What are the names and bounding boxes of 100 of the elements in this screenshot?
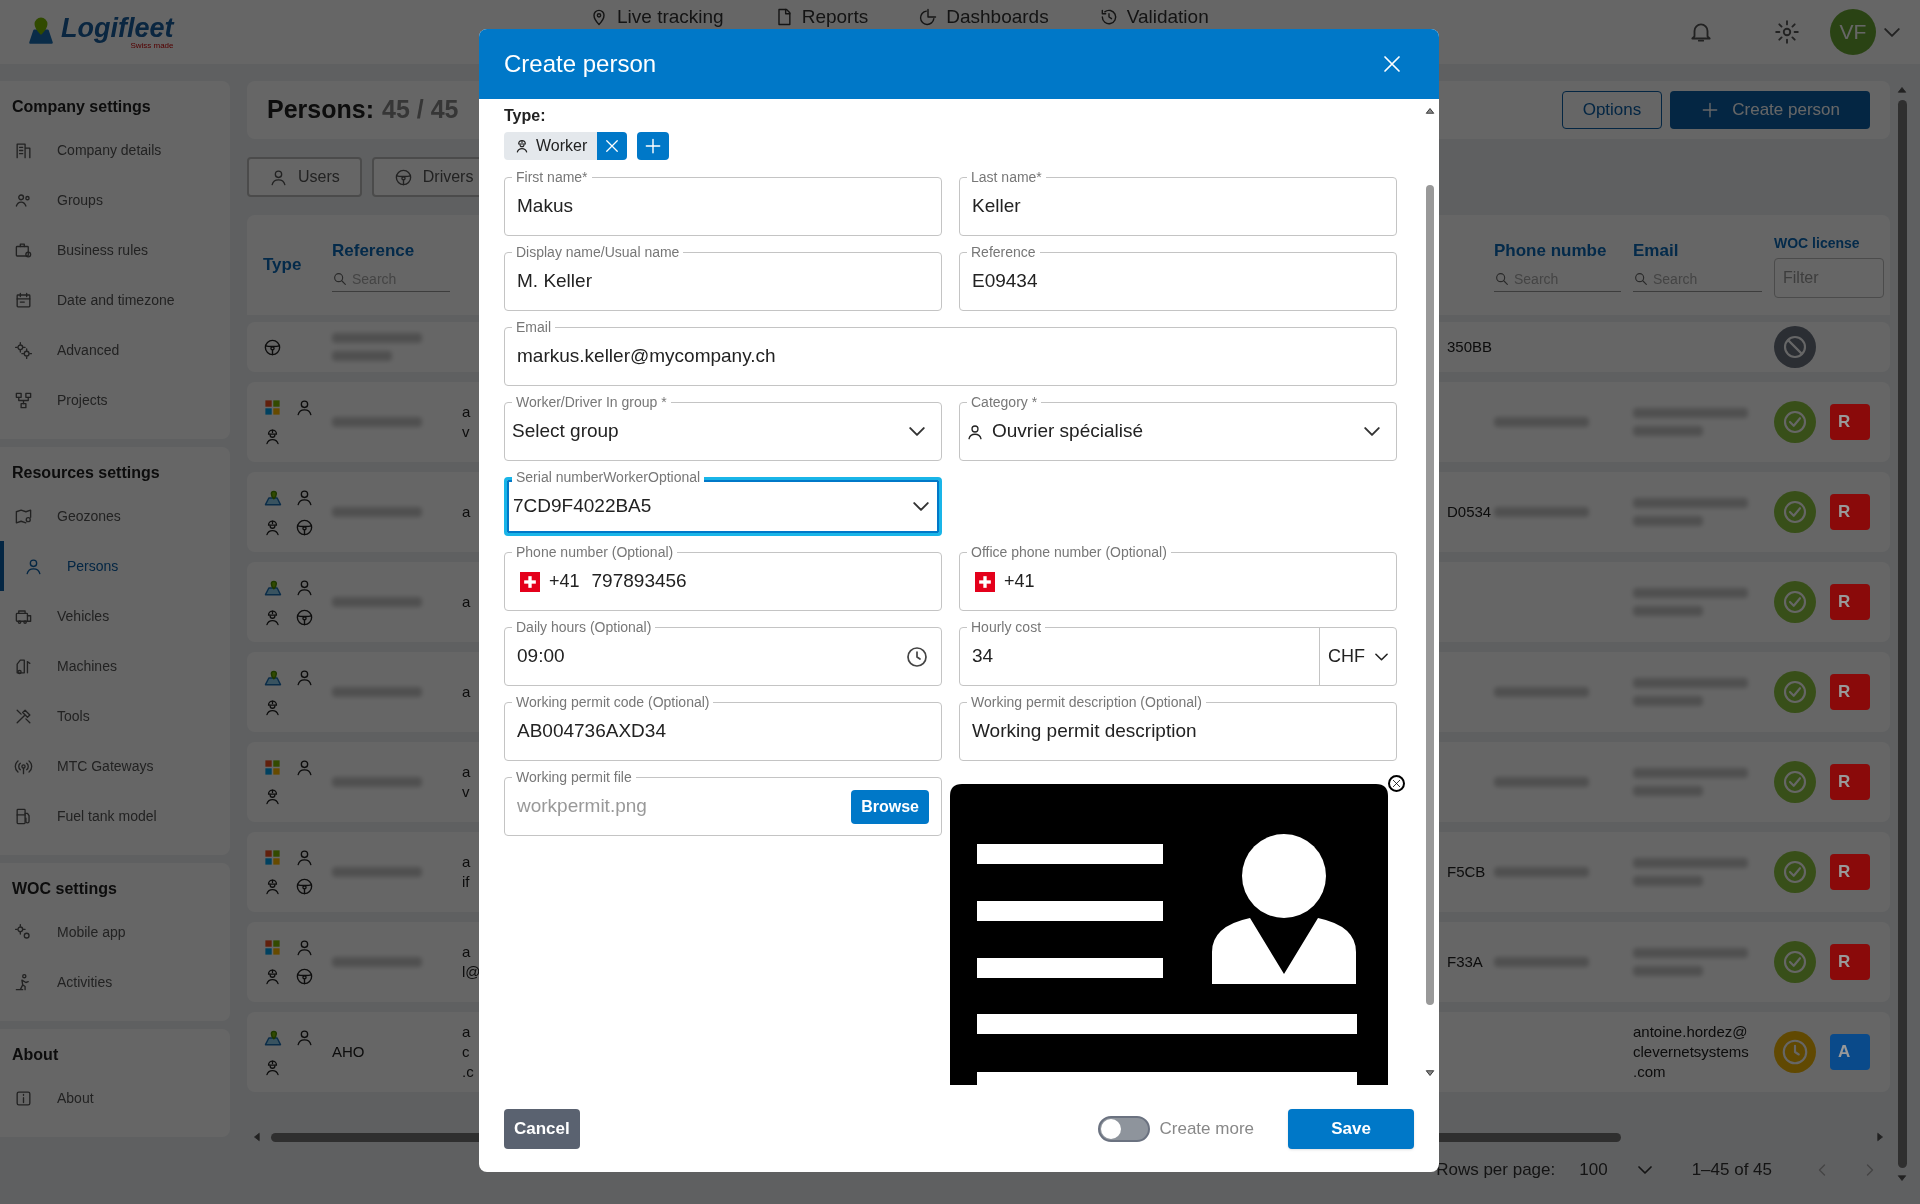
worker-icon [263, 427, 282, 446]
license-button[interactable]: R [1830, 944, 1870, 980]
field-label: Serial numberWorkerOptional [512, 469, 705, 485]
logo-text: Logifleet [61, 14, 174, 42]
field-label: Reference [967, 244, 1040, 260]
chevron-down-icon [1637, 1166, 1652, 1174]
tiles-icon [263, 398, 282, 417]
sidebar-item[interactable]: Company details [0, 125, 230, 175]
table-cell: a [462, 1022, 471, 1042]
sidebar-item[interactable]: Business rules [0, 225, 230, 275]
section-title: Company settings [11, 97, 152, 117]
sidebar-item[interactable]: Persons [0, 541, 230, 591]
chevron-down-icon[interactable] [1884, 27, 1900, 37]
field-label: Display name/Usual name [512, 244, 684, 260]
swiss-flag-icon [517, 571, 543, 592]
browse-button[interactable]: Browse [851, 789, 929, 824]
sidebar-item[interactable]: Activities [0, 957, 230, 1007]
table-cell: a [462, 682, 471, 702]
settings-icon[interactable] [1774, 19, 1800, 45]
scroll-up-icon[interactable] [1424, 105, 1436, 117]
sidebar-item[interactable]: Fuel tank model [0, 791, 230, 841]
options-button[interactable]: Options [1561, 91, 1663, 129]
table-cell-text: antoine.hordez@ clevernetsystems .com [1633, 1022, 1750, 1082]
sidebar-item[interactable]: Mobile app [0, 907, 230, 957]
field-label: Office phone number (Optional) [967, 544, 1171, 560]
column-header[interactable]: Reference [332, 238, 450, 264]
remove-button[interactable] [597, 132, 628, 160]
chevron-down-icon [913, 502, 929, 511]
table-cell: a [462, 762, 471, 782]
chevron-down-icon [909, 427, 925, 436]
user-icon [295, 938, 314, 957]
steering-wheel-icon [295, 967, 314, 986]
scroll-down-icon[interactable] [1424, 1067, 1436, 1079]
column-header[interactable]: Type [263, 252, 320, 278]
field-label: Hourly cost [967, 619, 1046, 635]
license-button[interactable]: R [1830, 584, 1870, 620]
sidebar-item[interactable]: Vehicles [0, 591, 230, 641]
nav-item[interactable]: Live tracking [589, 3, 724, 32]
rows-per-page-label: Rows per page: [1436, 1159, 1556, 1182]
table-cell: a [462, 502, 471, 522]
filter-icon [269, 167, 288, 187]
sidebar-item[interactable]: About [0, 1073, 230, 1123]
field-label: Worker/Driver In group * [512, 394, 671, 410]
avatar[interactable]: VF [1830, 9, 1876, 55]
sidebar-item[interactable]: Groups [0, 175, 230, 225]
filter-button[interactable]: Users [247, 157, 362, 197]
remove-image-icon[interactable] [1388, 775, 1405, 792]
license-button[interactable]: R [1830, 674, 1870, 710]
create-person-button[interactable]: Create person [1670, 91, 1870, 129]
save-button[interactable]: Save [1288, 1109, 1414, 1149]
user-icon [966, 422, 984, 441]
nav-icon [918, 7, 939, 28]
sidebar-item[interactable]: Date and timezone [0, 275, 230, 325]
license-button[interactable]: R [1830, 854, 1870, 890]
sidebar-icon [14, 340, 33, 360]
sidebar-item[interactable]: Advanced [0, 325, 230, 375]
nav-item[interactable]: Reports [773, 3, 869, 32]
table-cell: c [462, 1042, 470, 1062]
cancel-button[interactable]: Cancel [504, 1109, 580, 1149]
vertical-scrollbar[interactable] [1897, 100, 1907, 1168]
logo-tagline: Swiss made [130, 41, 174, 50]
license-button[interactable]: R [1830, 404, 1870, 440]
license-button[interactable]: A [1830, 1034, 1870, 1070]
table-cell: a [462, 402, 471, 422]
search-icon [1633, 271, 1649, 288]
sidebar-icon [14, 806, 33, 826]
sidebar-item[interactable]: Projects [0, 375, 230, 425]
scroll-right-icon[interactable] [1874, 1131, 1886, 1143]
nav-item[interactable]: Dashboards [918, 3, 1049, 32]
sidebar-item[interactable]: Geozones [0, 491, 230, 541]
sidebar-item[interactable]: Machines [0, 641, 230, 691]
rows-per-page-select[interactable]: 100 [1579, 1157, 1652, 1183]
license-button[interactable]: R [1830, 494, 1870, 530]
type-label: Type: [504, 106, 547, 124]
field-label: Category * [967, 394, 1042, 410]
chip-label: Worker [536, 136, 588, 156]
nav-item[interactable]: Validation [1098, 3, 1209, 32]
table-cell-text: F33A [1447, 951, 1483, 972]
toggle-label: Create more [1159, 1118, 1254, 1141]
user-icon [295, 758, 314, 777]
toggle-switch[interactable] [1097, 1116, 1150, 1142]
table-cell: a [462, 852, 471, 872]
license-button[interactable]: R [1830, 764, 1870, 800]
user-icon [295, 667, 314, 687]
sidebar-item[interactable]: MTC Gateways [0, 741, 230, 791]
chevron-down-icon [1375, 652, 1388, 661]
sidebar-icon [24, 556, 43, 576]
add-button[interactable] [637, 132, 670, 160]
field-label: Working permit description (Optional) [967, 694, 1206, 710]
scroll-left-icon[interactable] [251, 1131, 263, 1143]
sidebar-icon [14, 656, 33, 676]
column-header[interactable]: WOC license [1774, 232, 1862, 254]
vertical-scrollbar[interactable] [1426, 185, 1434, 1005]
table-cell: .c [462, 1062, 474, 1082]
table-cell-text: F5CB [1447, 861, 1486, 882]
sidebar-item[interactable]: Tools [0, 691, 230, 741]
user-icon [295, 487, 314, 507]
column-header[interactable]: Phone numbe [1494, 238, 1621, 264]
column-header[interactable]: Email [1633, 238, 1762, 264]
search-icon [332, 271, 348, 288]
